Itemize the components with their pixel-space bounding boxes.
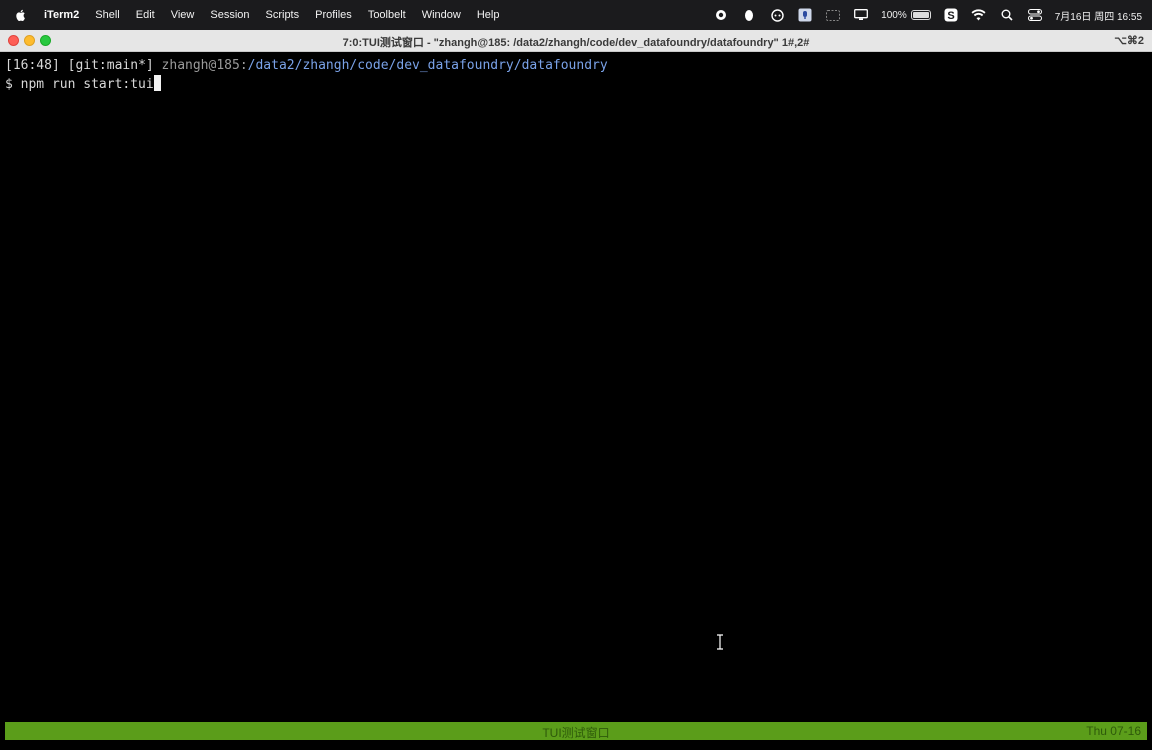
menu-bar: iTerm2 Shell Edit View Session Scripts P… <box>0 0 1152 30</box>
status-date: Thu 07-16 <box>1086 724 1141 738</box>
menu-scripts[interactable]: Scripts <box>266 9 300 21</box>
status-window-name: TUI测试窗口 <box>542 726 610 740</box>
menu-toolbelt[interactable]: Toolbelt <box>368 9 406 21</box>
qq-penguin-icon[interactable] <box>741 7 757 23</box>
display-icon[interactable] <box>853 7 869 23</box>
battery-percent: 100% <box>881 9 907 21</box>
control-center-icon[interactable] <box>1027 7 1043 23</box>
prompt-symbol: $ <box>5 77 13 92</box>
apple-icon[interactable] <box>14 8 28 22</box>
menu-edit[interactable]: Edit <box>136 9 155 21</box>
command-input[interactable]: npm run start:tui <box>21 77 154 92</box>
wifi-icon[interactable] <box>971 7 987 23</box>
battery-icon[interactable] <box>910 10 931 20</box>
command-line[interactable]: $ npm run start:tui <box>5 75 1152 93</box>
prompt-separator: : <box>239 58 248 73</box>
input-method-icon[interactable] <box>797 7 813 23</box>
menu-shell[interactable]: Shell <box>95 9 119 21</box>
prompt-user-host: zhangh@185 <box>161 58 240 73</box>
window-titlebar[interactable]: 7:0:TUI测试窗口 - "zhangh@185: /data2/zhangh… <box>0 30 1152 52</box>
window-shortcut: ⌥⌘2 <box>1114 35 1144 47</box>
iterm-window: 7:0:TUI测试窗口 - "zhangh@185: /data2/zhangh… <box>0 30 1152 750</box>
window-title: 7:0:TUI测试窗口 - "zhangh@185: /data2/zhangh… <box>342 37 810 49</box>
tmux-status-bar: TUI测试窗口 Thu 07-16 <box>5 722 1147 740</box>
menu-window[interactable]: Window <box>422 9 461 21</box>
text-cursor <box>153 75 161 91</box>
prompt-time: [16:48] <box>5 58 60 73</box>
app-menu-iterm2[interactable]: iTerm2 <box>44 9 79 21</box>
menu-clock[interactable]: 7月16日 周四 16:55 <box>1055 8 1142 23</box>
terminal-session[interactable]: [16:48] [git:main*] zhangh@185:/data2/zh… <box>0 52 1152 722</box>
screen-record-icon[interactable] <box>825 7 841 23</box>
search-icon[interactable] <box>999 7 1015 23</box>
record-icon[interactable] <box>713 7 729 23</box>
ibeam-cursor-icon <box>715 633 725 651</box>
prompt-line: [16:48] [git:main*] zhangh@185:/data2/zh… <box>5 57 1152 75</box>
menu-view[interactable]: View <box>171 9 195 21</box>
menu-help[interactable]: Help <box>477 9 500 21</box>
prompt-git-branch: [git:main*] <box>67 58 154 73</box>
menu-profiles[interactable]: Profiles <box>315 9 352 21</box>
svg-text:S: S <box>947 10 954 22</box>
menu-session[interactable]: Session <box>210 9 249 21</box>
prompt-path: /data2/zhangh/code/dev_datafoundry/dataf… <box>247 58 608 73</box>
app-s-icon[interactable]: S <box>943 7 959 23</box>
app-circle-icon[interactable] <box>769 7 785 23</box>
